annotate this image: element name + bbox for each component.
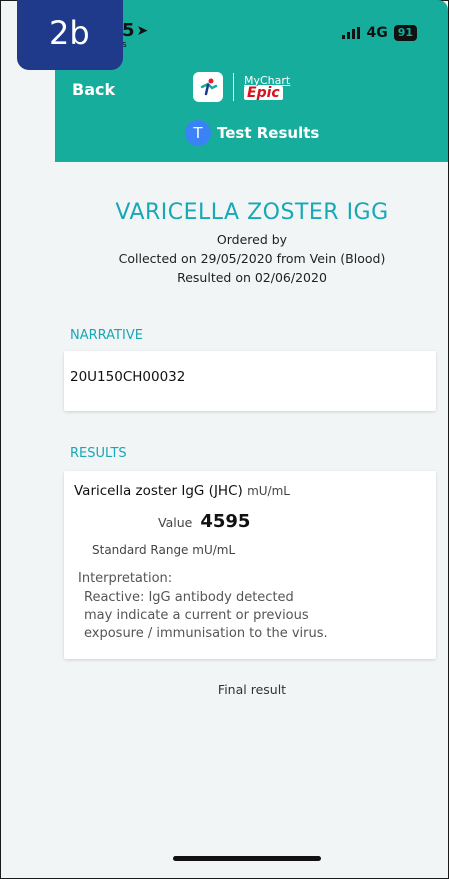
signal-icon (342, 27, 361, 39)
narrative-label: NARRATIVE (70, 328, 143, 343)
value-label: Value (158, 515, 193, 530)
interpretation-label: Interpretation: (78, 571, 173, 586)
tab-avatar: T (185, 120, 211, 146)
figure-badge: 2b (17, 0, 123, 70)
narrative-text: 20U150CH00032 (70, 369, 186, 385)
brand-logos: MyChart Epic (193, 72, 290, 102)
collected-info: Collected on 29/05/2020 from Vein (Blood… (118, 251, 386, 266)
epic-text: Epic (244, 85, 283, 100)
resulted-info: Resulted on 02/06/2020 (177, 270, 327, 285)
test-title: VARICELLA ZOSTER IGG (115, 200, 389, 225)
interpretation-text: Reactive: IgG antibody detected may indi… (84, 589, 328, 643)
interpretation-line: exposure / immunisation to the virus. (84, 626, 328, 641)
result-unit: mU/mL (247, 484, 290, 498)
runner-icon (200, 78, 218, 96)
interpretation-line: may indicate a current or previous (84, 608, 309, 623)
home-indicator[interactable] (173, 856, 321, 861)
status-indicators: 4G 91 (342, 25, 417, 41)
network-label: 4G (366, 25, 388, 41)
standard-range: Standard Range mU/mL (92, 543, 236, 557)
result-card: Varicella zoster IgG (JHC) mU/mL Value 4… (64, 471, 436, 659)
final-result-label: Final result (217, 682, 287, 697)
value-row: Value 4595 (158, 511, 250, 532)
interpretation-line: Reactive: IgG antibody detected (84, 590, 294, 605)
status-time: 5 ➤ (122, 20, 148, 41)
location-arrow-icon: ➤ (136, 22, 149, 39)
logo-divider (233, 73, 234, 101)
battery-icon: 91 (393, 25, 417, 41)
ordered-by: Ordered by (216, 232, 288, 247)
app-logo-icon (193, 72, 223, 102)
narrative-card: 20U150CH00032 (64, 351, 436, 411)
back-button[interactable]: Back (72, 80, 115, 99)
mychart-text: MyChart (244, 73, 291, 87)
tab-test-results[interactable]: T Test Results (185, 120, 319, 146)
result-name: Varicella zoster IgG (JHC) mU/mL (74, 483, 290, 499)
result-value: 4595 (200, 511, 251, 532)
result-name-text: Varicella zoster IgG (JHC) (74, 483, 243, 499)
results-label: RESULTS (70, 446, 127, 461)
status-time-text: 5 (122, 20, 135, 41)
tab-label: Test Results (217, 124, 320, 142)
mychart-logo: MyChart Epic (244, 75, 290, 100)
